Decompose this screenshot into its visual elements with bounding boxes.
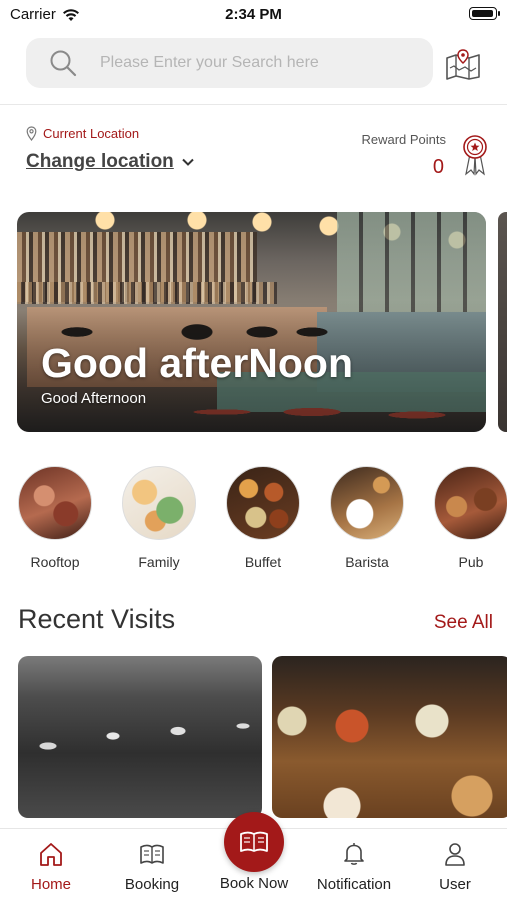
location-block: Current Location Change location [26, 126, 194, 173]
category-label: Family [138, 554, 180, 570]
change-location-label: Change location [26, 151, 174, 172]
see-all-link[interactable]: See All [434, 612, 493, 634]
change-location-button[interactable]: Change location [26, 151, 194, 173]
nav-user[interactable]: User [405, 829, 505, 900]
nav-label: Booking [124, 876, 180, 893]
nav-label: User [439, 876, 471, 893]
category-label: Pub [458, 554, 484, 570]
book-now-icon [240, 831, 268, 852]
search-icon [50, 50, 77, 77]
banner-title: Good afterNoon [41, 340, 354, 386]
category-label: Barista [345, 554, 389, 570]
nav-home[interactable]: Home [1, 829, 101, 900]
book-now-label[interactable]: Book Now [204, 875, 304, 892]
home-icon [40, 843, 62, 866]
battery-icon [469, 7, 500, 20]
category-rooftop[interactable]: Rooftop [5, 466, 105, 570]
category-label: Buffet [244, 554, 282, 570]
recent-visit-card[interactable] [272, 656, 507, 818]
recent-visit-card[interactable] [18, 656, 262, 818]
map-button[interactable] [444, 45, 482, 83]
nav-label: Home [30, 876, 71, 893]
nav-booking[interactable]: Booking [102, 829, 202, 900]
category-list: Rooftop Family Buffet Barista Pub [0, 466, 507, 576]
header-divider [0, 104, 507, 105]
category-label: Rooftop [30, 554, 80, 570]
category-pub[interactable]: Pub [421, 466, 507, 570]
book-now-button[interactable] [224, 812, 284, 872]
map-icon [446, 49, 480, 80]
status-bar: Carrier 2:34 PM [0, 0, 507, 30]
status-time: 2:34 PM [225, 6, 282, 23]
category-image-buffet [226, 466, 300, 540]
nav-label: Notification [316, 876, 392, 893]
banner-subtitle: Good Afternoon [41, 390, 147, 407]
nav-notification[interactable]: Notification [304, 829, 404, 900]
category-image-pub [434, 466, 507, 540]
category-image-barista [330, 466, 404, 540]
bell-icon [344, 843, 364, 865]
reward-badge-icon[interactable] [462, 134, 488, 176]
reward-points: Reward Points 0 [346, 132, 446, 179]
category-barista[interactable]: Barista [317, 466, 417, 570]
booking-icon [140, 844, 164, 864]
category-buffet[interactable]: Buffet [213, 466, 313, 570]
next-banner-peek[interactable] [498, 212, 507, 432]
recent-visits-title: Recent Visits [18, 604, 176, 634]
category-image-rooftop [18, 466, 92, 540]
current-location-row: Current Location [26, 126, 194, 141]
category-image-family [122, 466, 196, 540]
chevron-down-icon [182, 158, 194, 166]
greeting-banner[interactable]: Good afterNoon Good Afternoon [17, 212, 486, 432]
user-icon [445, 843, 465, 866]
search-bar[interactable] [26, 38, 433, 88]
current-location-label: Current Location [43, 126, 140, 141]
location-pin-icon [26, 126, 37, 141]
reward-points-label: Reward Points [361, 132, 446, 147]
search-input[interactable] [100, 54, 420, 72]
category-family[interactable]: Family [109, 466, 209, 570]
reward-points-value: 0 [432, 156, 444, 178]
